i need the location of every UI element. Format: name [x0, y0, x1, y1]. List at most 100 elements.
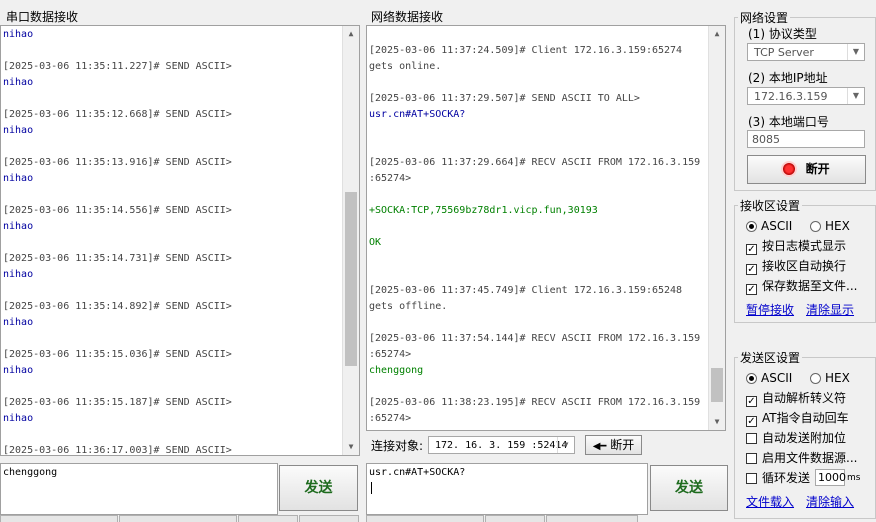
recv-checkbox-1[interactable]: ✓ 接收区自动换行	[746, 258, 846, 275]
send-ascii-radio[interactable]: ASCII	[746, 370, 792, 386]
log-line: [2025-03-06 11:38:23.195]# RECV ASCII FR…	[369, 397, 701, 408]
status-tab[interactable]	[238, 515, 298, 522]
log-header: [2025-03-06 11:35:12.668]# SEND ASCII>	[3, 109, 232, 120]
open-close-label: 断开	[805, 162, 830, 176]
connect-target-select[interactable]: 172. 16. 3. 159 :52414 ▼	[428, 436, 575, 454]
chevron-down-icon: ▼	[557, 437, 574, 453]
log-header: [2025-03-06 11:35:15.036]# SEND ASCII>	[3, 349, 232, 360]
recv-hex-radio[interactable]: HEX	[810, 218, 850, 234]
recv-ascii-radio[interactable]: ASCII	[746, 218, 792, 234]
log-blank	[369, 75, 725, 91]
local-port-input[interactable]: 8085	[747, 130, 865, 148]
serial-send-input[interactable]: chenggong	[0, 463, 278, 515]
send-checkbox-label: 启用文件数据源...	[762, 451, 858, 465]
open-close-button[interactable]: 断开	[747, 155, 866, 184]
status-tab[interactable]	[485, 515, 545, 522]
scroll-thumb[interactable]	[711, 368, 723, 402]
log-blank	[3, 139, 359, 155]
send-checkbox-2[interactable]: 自动发送附加位	[746, 430, 846, 446]
log-line: [2025-03-06 11:37:29.664]# RECV ASCII FR…	[369, 157, 701, 168]
scroll-down-icon[interactable]: ▼	[343, 439, 359, 455]
loop-send-checkbox[interactable]: 循环发送	[746, 470, 810, 486]
network-send-button[interactable]: 发送	[650, 465, 728, 511]
network-receive-title: 网络数据接收	[369, 8, 446, 25]
send-checkbox-1[interactable]: ✓ AT指令自动回车	[746, 410, 849, 427]
send-checkbox-label: 自动解析转义符	[762, 391, 847, 405]
recv-checkbox-0[interactable]: ✓ 按日志模式显示	[746, 238, 847, 255]
serial-send-button[interactable]: 发送	[279, 465, 358, 511]
connect-target-value: 172. 16. 3. 159 :52414	[435, 440, 568, 451]
log-blank	[369, 139, 725, 155]
send-hex-radio[interactable]: HEX	[810, 370, 850, 386]
serial-scrollbar[interactable]: ▲ ▼	[342, 26, 359, 455]
stop-indicator-icon	[783, 163, 796, 175]
log-line: chenggong	[369, 365, 424, 376]
pause-receive-link[interactable]: 暂停接收	[746, 301, 794, 318]
log-header: [2025-03-06 11:36:17.003]# SEND ASCII>	[3, 445, 232, 456]
log-line: gets offline.	[369, 301, 448, 312]
recv-checkbox-2[interactable]: ✓ 保存数据至文件...	[746, 278, 858, 295]
scroll-down-icon[interactable]: ▼	[709, 414, 725, 430]
log-line: :65274>	[369, 349, 412, 360]
local-ip-select[interactable]: 172.16.3.159 ▼	[747, 87, 865, 105]
recv-checkbox-label: 保存数据至文件...	[762, 279, 858, 293]
log-blank	[369, 315, 725, 331]
clear-input-link[interactable]: 清除输入	[806, 493, 854, 510]
status-tab[interactable]	[0, 515, 118, 522]
log-blank	[3, 43, 359, 59]
scroll-thumb[interactable]	[345, 192, 357, 366]
arrow-left-icon: ◀━	[592, 441, 607, 452]
send-checkbox-label: AT指令自动回车	[762, 411, 849, 425]
log-line: gets online.	[369, 61, 442, 72]
scroll-up-icon[interactable]: ▲	[343, 26, 359, 42]
status-tab[interactable]	[119, 515, 237, 522]
status-tab[interactable]	[299, 515, 359, 522]
serial-receive-area[interactable]: nihao [2025-03-06 11:35:11.227]# SEND AS…	[0, 25, 360, 456]
send-checkbox-3[interactable]: 启用文件数据源...	[746, 450, 857, 466]
net-settings-title: 网络设置	[738, 9, 791, 26]
serial-send-text: chenggong	[3, 467, 58, 478]
status-tab[interactable]	[546, 515, 638, 522]
loop-unit: ms	[847, 473, 861, 483]
log-line: nihao	[3, 317, 34, 328]
log-header: [2025-03-06 11:35:13.916]# SEND ASCII>	[3, 157, 232, 168]
log-header: [2025-03-06 11:35:14.731]# SEND ASCII>	[3, 253, 232, 264]
network-send-input[interactable]: usr.cn#AT+SOCKA?	[366, 463, 648, 515]
serial-receive-title: 串口数据接收	[4, 8, 81, 25]
send-checkbox-0[interactable]: ✓ 自动解析转义符	[746, 390, 847, 407]
log-line: nihao	[3, 413, 34, 424]
log-blank	[3, 427, 359, 443]
protocol-select[interactable]: TCP Server ▼	[747, 43, 865, 61]
log-header: [2025-03-06 11:35:14.556]# SEND ASCII>	[3, 205, 232, 216]
serial-log: nihao [2025-03-06 11:35:11.227]# SEND AS…	[1, 26, 359, 456]
checkbox-empty	[746, 453, 757, 464]
disconnect-client-label: 断开	[610, 438, 635, 452]
network-scrollbar[interactable]: ▲ ▼	[708, 26, 725, 430]
loop-interval-input[interactable]: 1000	[815, 469, 846, 486]
log-line: [2025-03-06 11:37:29.507]# SEND ASCII TO…	[369, 93, 640, 104]
log-blank	[369, 123, 725, 139]
log-line: [2025-03-06 11:37:54.144]# RECV ASCII FR…	[369, 333, 701, 344]
checkmark-icon: ✓	[746, 396, 757, 407]
log-blank	[369, 251, 725, 267]
status-tab[interactable]	[366, 515, 484, 522]
connect-target-label: 连接对象:	[371, 439, 424, 453]
network-receive-area[interactable]: [2025-03-06 11:37:24.509]# Client 172.16…	[366, 25, 726, 431]
log-line: nihao	[3, 221, 34, 232]
log-line: [2025-03-06 11:37:24.509]# Client 172.16…	[369, 45, 683, 56]
chevron-down-icon: ▼	[847, 88, 864, 104]
send-checkbox-label: 自动发送附加位	[762, 431, 847, 445]
checkmark-icon: ✓	[746, 284, 757, 295]
file-load-link[interactable]: 文件载入	[746, 493, 794, 510]
log-blank	[3, 187, 359, 203]
scroll-up-icon[interactable]: ▲	[709, 26, 725, 42]
local-ip-label: (2) 本地IP地址	[748, 71, 828, 85]
log-line: nihao	[3, 77, 34, 88]
log-blank	[369, 379, 725, 395]
disconnect-client-button[interactable]: ◀━ 断开	[585, 435, 642, 455]
log-line: OK	[369, 237, 382, 248]
log-line: nihao	[3, 125, 34, 136]
checkmark-icon: ✓	[746, 244, 757, 255]
recv-checkbox-label: 按日志模式显示	[762, 239, 847, 253]
clear-display-link[interactable]: 清除显示	[806, 301, 854, 318]
